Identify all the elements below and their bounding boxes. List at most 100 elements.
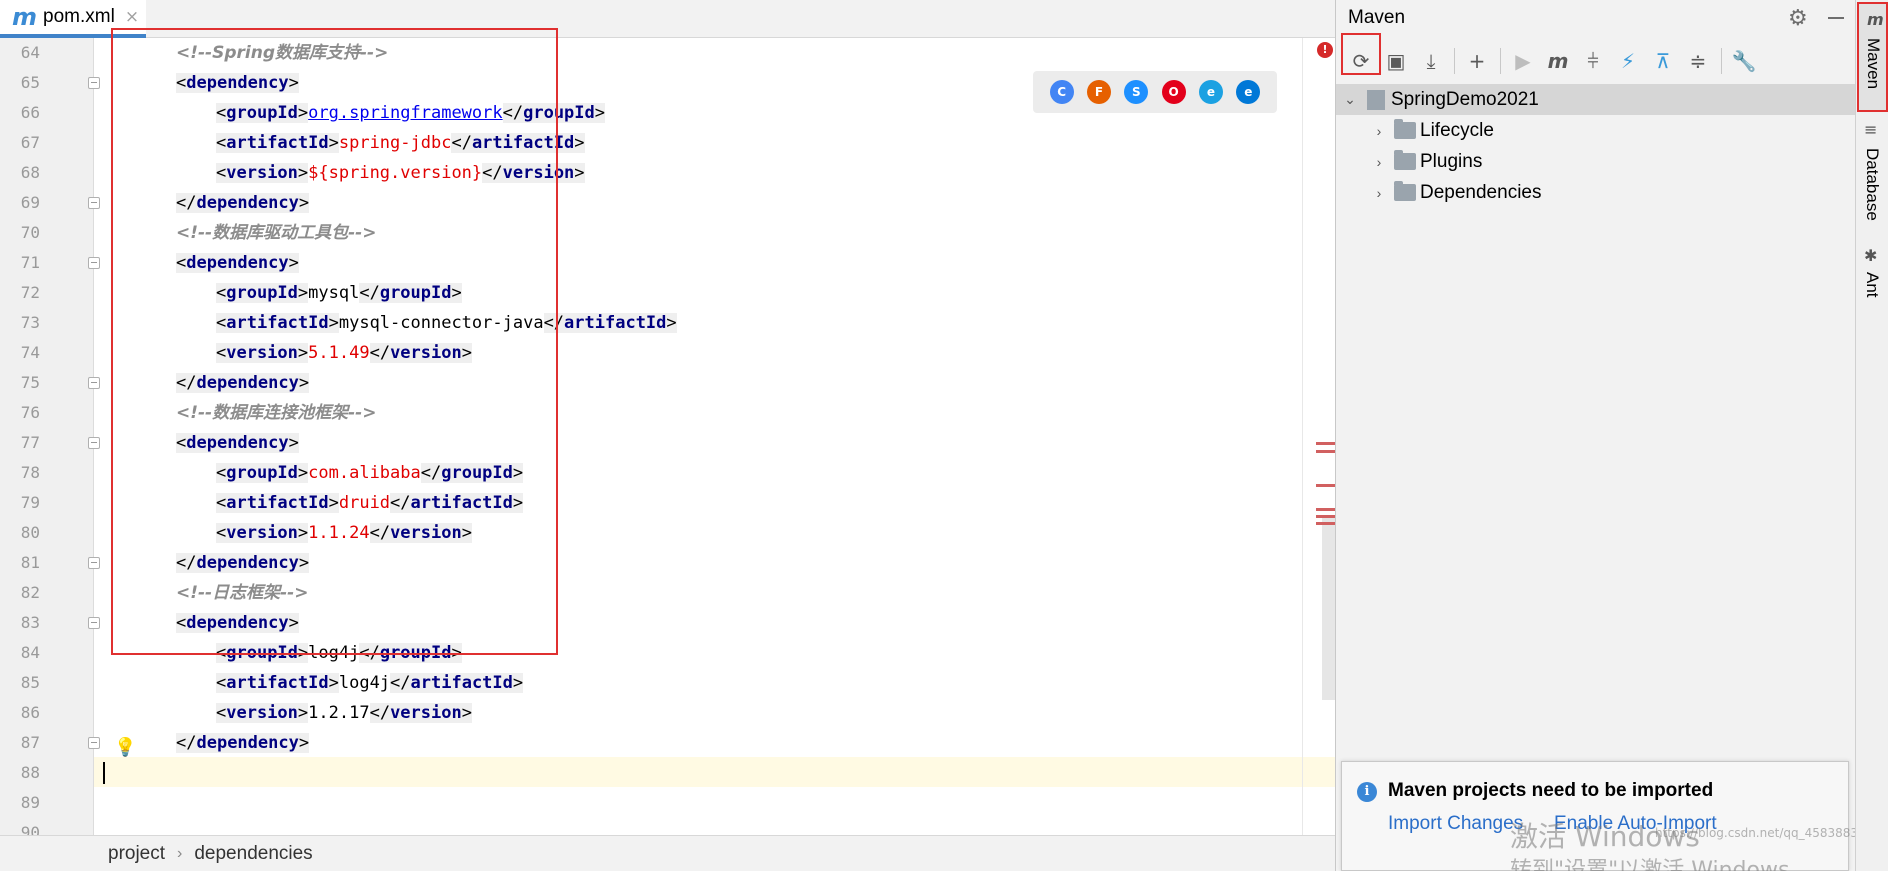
database-strip-tab[interactable]: Database: [1862, 148, 1882, 221]
line-number: 71: [20, 253, 40, 272]
tag-bracket: >: [594, 103, 606, 123]
tree-item-label: Plugins: [1420, 150, 1483, 172]
chevron-right-icon[interactable]: ›: [1372, 185, 1386, 201]
download-icon[interactable]: ⤓: [1416, 46, 1446, 76]
tag-bracket: >: [328, 673, 339, 693]
tag-bracket: <: [216, 703, 227, 723]
code-line[interactable]: <artifactId>log4j</artifactId>: [216, 668, 524, 698]
breadcrumb-dependencies[interactable]: dependencies: [194, 843, 312, 865]
firefox-icon[interactable]: F: [1086, 80, 1111, 104]
ant-strip-tab[interactable]: Ant: [1862, 272, 1882, 298]
tag-name: version: [226, 703, 298, 723]
code-line[interactable]: <version>1.2.17</version>: [216, 698, 472, 728]
tag-value: log4j: [338, 673, 391, 693]
right-margin-guide: [1302, 38, 1303, 835]
tree-item-lifecycle[interactable]: › Lifecycle: [1336, 115, 1856, 146]
line-number: 78: [20, 463, 40, 482]
code-line[interactable]: </dependency>: [176, 728, 310, 758]
line-number: 89: [20, 793, 40, 812]
fold-marker-icon[interactable]: [88, 557, 100, 569]
info-icon: i: [1357, 782, 1377, 802]
line-number: 70: [20, 223, 40, 242]
text-caret: [103, 762, 105, 784]
error-stripe-mark[interactable]: [1316, 522, 1336, 525]
run-icon[interactable]: ▶: [1508, 46, 1538, 76]
xml-open-tag: <artifactId>: [216, 673, 339, 693]
toolbar-separator: [1500, 48, 1501, 74]
minimize-icon[interactable]: [1828, 17, 1844, 19]
chevron-right-icon: ›: [177, 844, 183, 862]
line-number-gutter: 64 65 66 67 68 69 70 71 72 73 74 75 76 77 78 79 80 81 82 83…: [0, 38, 100, 842]
toggle-offline-icon[interactable]: ⫩: [1578, 46, 1608, 76]
error-indicator-icon[interactable]: !: [1317, 42, 1333, 58]
tag-value: 1.2.17: [308, 703, 370, 723]
add-icon[interactable]: +: [1462, 46, 1492, 76]
chevron-down-icon[interactable]: ⌄: [1343, 91, 1357, 108]
xml-open-tag: <version>: [216, 703, 309, 723]
tag-bracket: <: [216, 673, 227, 693]
line-number: 80: [20, 523, 40, 542]
xml-close-tag: </artifactId>: [390, 673, 524, 693]
maven-strip-tab[interactable]: m Maven: [1857, 2, 1888, 112]
fold-marker-icon[interactable]: [88, 437, 100, 449]
toolbar-separator: [1721, 48, 1722, 74]
tag-bracket: >: [297, 703, 309, 723]
opera-icon[interactable]: O: [1161, 80, 1186, 104]
execute-goal-icon[interactable]: m: [1543, 46, 1573, 76]
line-number: 75: [20, 373, 40, 392]
editor-pane[interactable]: m pom.xml × 64 65 66 67 68 69 70 71 72 73 74 75 76 77…: [0, 0, 1336, 871]
fold-marker-icon[interactable]: [88, 377, 100, 389]
line-number: 72: [20, 283, 40, 302]
show-dependencies-icon[interactable]: ⊼: [1648, 46, 1678, 76]
tag-bracket: >: [574, 133, 585, 153]
folder-gear-icon: [1394, 119, 1416, 139]
line-number: 82: [20, 583, 40, 602]
error-stripe-mark[interactable]: [1316, 450, 1336, 453]
import-changes-link[interactable]: Import Changes: [1388, 813, 1523, 835]
xml-close-tag: </artifactId>: [543, 313, 677, 333]
tag-bracket: >: [512, 673, 524, 693]
tag-bracket: </: [369, 703, 391, 723]
safari-icon[interactable]: S: [1124, 80, 1149, 104]
maven-toolbar: ⟳ ▣ ⤓ + ▶ m ⫩ ⚡ ⊼ ≑ 🔧: [1336, 40, 1856, 82]
gear-icon[interactable]: ⚙: [1788, 6, 1808, 31]
generate-sources-icon[interactable]: ▣: [1381, 46, 1411, 76]
fold-marker-icon[interactable]: [88, 257, 100, 269]
fold-marker-icon[interactable]: [88, 737, 100, 749]
database-icon: ≡: [1864, 120, 1878, 139]
tree-item-dependencies[interactable]: › Dependencies: [1336, 177, 1856, 208]
line-number: 87: [20, 733, 40, 752]
line-number: 88: [20, 763, 40, 782]
error-stripe-mark[interactable]: [1316, 508, 1336, 511]
tag-bracket: >: [666, 313, 677, 333]
collapse-all-icon[interactable]: ≑: [1683, 46, 1713, 76]
line-number: 85: [20, 673, 40, 692]
chrome-icon[interactable]: C: [1049, 80, 1074, 104]
ie-icon[interactable]: e: [1198, 80, 1223, 104]
line-number: 68: [20, 163, 40, 182]
line-number: 69: [20, 193, 40, 212]
chevron-right-icon[interactable]: ›: [1372, 154, 1386, 170]
line-number: 81: [20, 553, 40, 572]
wrench-icon[interactable]: 🔧: [1729, 46, 1759, 76]
error-stripe-mark[interactable]: [1316, 442, 1336, 445]
edge-icon[interactable]: e: [1236, 80, 1261, 104]
tag-bracket: >: [298, 733, 310, 753]
lightbulb-icon[interactable]: 💡: [114, 737, 136, 761]
editor-scrollbar[interactable]: [1322, 515, 1336, 700]
tree-item-label: SpringDemo2021: [1391, 88, 1539, 110]
skip-tests-icon[interactable]: ⚡: [1613, 46, 1643, 76]
tree-item-plugins[interactable]: › Plugins: [1336, 146, 1856, 177]
xml-close-tag: </version>: [369, 703, 472, 723]
fold-marker-icon[interactable]: [88, 617, 100, 629]
breadcrumb-project[interactable]: project: [108, 843, 165, 865]
chevron-right-icon[interactable]: ›: [1372, 123, 1386, 139]
error-stripe-mark[interactable]: [1316, 515, 1336, 518]
maven-icon: m: [1867, 10, 1884, 29]
fold-marker-icon[interactable]: [88, 197, 100, 209]
ant-icon: ✱: [1864, 246, 1878, 265]
error-stripe-mark[interactable]: [1316, 484, 1336, 487]
close-icon[interactable]: ×: [125, 7, 139, 27]
tree-item-project[interactable]: ⌄ SpringDemo2021: [1336, 84, 1856, 115]
fold-marker-icon[interactable]: [88, 77, 100, 89]
